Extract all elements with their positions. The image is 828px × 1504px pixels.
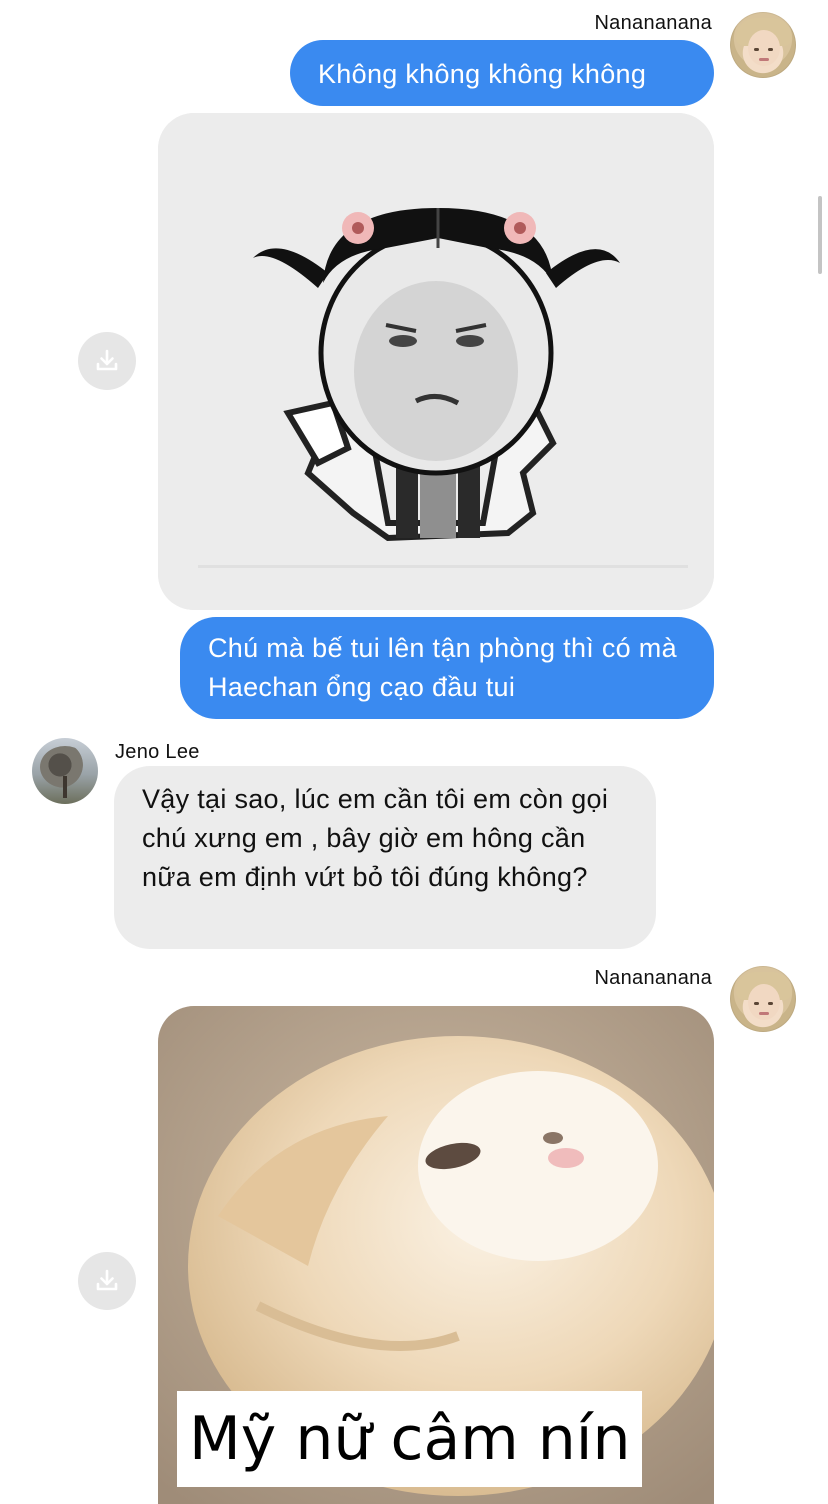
download-icon	[96, 1269, 118, 1291]
avatar-trunk	[63, 776, 67, 798]
sender-name-nana-1: Nanananana	[594, 12, 712, 34]
download-button[interactable]	[78, 1252, 136, 1310]
avatar-eye	[754, 1002, 759, 1005]
image-sticker-girl[interactable]	[158, 113, 714, 610]
download-button[interactable]	[78, 332, 136, 390]
avatar-eye	[754, 48, 759, 51]
message-text: Chú mà bế tui lên tận phòng thì có mà Ha…	[208, 633, 677, 702]
avatar-mouth	[759, 58, 769, 61]
image-cat-meme[interactable]: Mỹ nữ câm nín	[158, 1006, 714, 1504]
message-bubble-outgoing[interactable]: Không không không không	[290, 40, 714, 106]
avatar-mouth	[759, 1012, 769, 1015]
message-text: Không không không không	[318, 59, 647, 89]
scrollbar-thumb[interactable]	[818, 196, 822, 274]
sender-name-nana-2: Nanananana	[594, 967, 712, 989]
avatar-nanananana-1[interactable]	[730, 12, 796, 78]
avatar-nanananana-2[interactable]	[730, 966, 796, 1032]
message-text: Vậy tại sao, lúc em cần tôi em còn gọi c…	[142, 784, 609, 892]
download-icon	[96, 349, 118, 371]
message-bubble-outgoing[interactable]: Chú mà bế tui lên tận phòng thì có mà Ha…	[180, 617, 714, 719]
meme-caption: Mỹ nữ câm nín	[177, 1391, 643, 1487]
sticker-girl-illustration	[158, 113, 714, 610]
avatar-eye	[768, 48, 773, 51]
message-bubble-incoming[interactable]: Vậy tại sao, lúc em cần tôi em còn gọi c…	[114, 766, 656, 949]
sender-name-jeno: Jeno Lee	[115, 741, 200, 763]
avatar-jeno-lee[interactable]	[32, 738, 98, 804]
avatar-eye	[768, 1002, 773, 1005]
